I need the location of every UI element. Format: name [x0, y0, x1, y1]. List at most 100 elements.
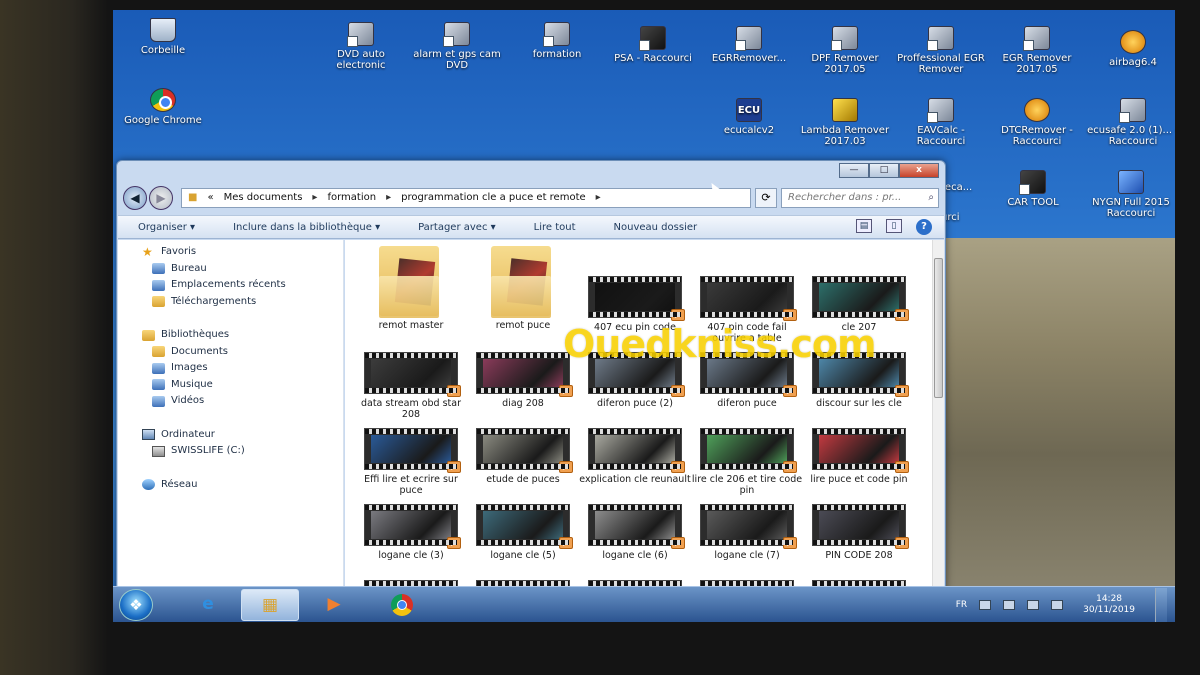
address-bar[interactable]: ■ « Mes documents ▸ formation ▸ programm… [181, 188, 751, 208]
new-folder-button[interactable]: Nouveau dossier [594, 222, 716, 233]
maximize-button[interactable]: □ [869, 163, 899, 178]
video-item[interactable]: ▶ diferon puce [691, 352, 803, 409]
play-icon: ▶ [447, 461, 461, 473]
video-thumbnail: ▶ [700, 504, 797, 549]
taskbar-explorer[interactable]: ▦ [241, 589, 299, 621]
scrollbar-thumb[interactable] [934, 258, 943, 398]
desktop-icon-9[interactable]: EGR Remover 2017.05 [989, 26, 1085, 75]
nav-favorites[interactable]: ★ Favoris [118, 244, 343, 261]
desktop-icon-0[interactable]: Corbeille [115, 18, 211, 56]
desktop-icon-12[interactable]: Lambda Remover 2017.03 [797, 98, 893, 147]
nav-images[interactable]: Images [118, 360, 343, 377]
start-button[interactable]: ❖ [119, 589, 153, 621]
include-in-library-button[interactable]: Inclure dans la bibliothèque ▾ [213, 222, 398, 233]
taskbar-chrome[interactable] [373, 589, 431, 621]
chrome-icon [391, 594, 413, 616]
taskbar-internet-explorer[interactable]: e [179, 589, 237, 621]
video-item[interactable]: ▶ diferon puce (2) [579, 352, 691, 409]
desktop-screen: Corbeille Google Chrome DVD auto electroni… [113, 10, 1175, 622]
volume-icon[interactable] [1051, 600, 1064, 610]
language-indicator[interactable]: FR [956, 600, 967, 610]
folder-item[interactable]: remot puce [467, 246, 579, 331]
desktop-icon-label: DVD auto electronic [336, 49, 386, 71]
video-item[interactable]: ▶ explication cle reunault [579, 428, 691, 485]
video-item[interactable]: ▶ 407 ecu pin code [579, 276, 691, 333]
nav-libraries[interactable]: Bibliothèques [118, 327, 343, 344]
video-item[interactable]: ▶ data stream obd star 208 [355, 352, 467, 420]
desktop-icon-3[interactable]: alarm et gps cam DVD [409, 22, 505, 71]
desktop-icon-10[interactable]: airbag6.4 [1085, 30, 1175, 68]
play-all-button[interactable]: Lire tout [514, 222, 594, 233]
video-item[interactable]: ▶ lire cle 206 et tire code pin [691, 428, 803, 496]
video-item[interactable]: ▶ logane cle (7) [691, 504, 803, 561]
refresh-button[interactable]: ⟳ [755, 188, 777, 208]
taskbar-media-player[interactable]: ▶ [305, 589, 363, 621]
address-chevron[interactable]: « [207, 189, 213, 207]
nav-downloads[interactable]: Téléchargements [118, 294, 343, 311]
video-item[interactable]: ▶ 407 pin code fail ouvrire a table [691, 276, 803, 344]
video-item[interactable]: ▶ Effi lire et ecrire sur puce [355, 428, 467, 496]
video-item[interactable]: ▶ logane cle (3) [355, 504, 467, 561]
video-item[interactable]: ▶ cle 207 [803, 276, 915, 333]
preview-pane-icon[interactable]: ▯ [886, 219, 902, 233]
video-item[interactable]: ▶ logane cle (6) [579, 504, 691, 561]
minimize-button[interactable]: — [839, 163, 869, 178]
view-options-icon[interactable]: ▤ [856, 219, 872, 233]
nav-music[interactable]: Musique [118, 377, 343, 394]
video-item[interactable]: ▶ logane cle (5) [467, 504, 579, 561]
desktop-icon-5[interactable]: PSA - Raccourci [605, 26, 701, 64]
desktop-icon-31[interactable]: urci [941, 212, 981, 223]
video-thumbnail: ▶ [364, 504, 461, 549]
back-button[interactable]: ◀ [123, 186, 147, 210]
desktop-icon-13[interactable]: EAVCalc - Raccourci [893, 98, 989, 147]
desktop-icon-6[interactable]: EGRRemover... [701, 26, 797, 64]
device-icon[interactable] [1003, 600, 1016, 610]
desktop-icon-16[interactable]: CAR TOOL [985, 170, 1081, 208]
video-item[interactable]: ▶ PIN CODE 208 [803, 504, 915, 561]
forward-button[interactable]: ▶ [149, 186, 173, 210]
nav-label: Téléchargements [171, 295, 257, 307]
nav-documents[interactable]: Documents [118, 344, 343, 361]
desktop-icon-14[interactable]: DTCRemover - Raccourci [989, 98, 1085, 147]
clock[interactable]: 14:28 30/11/2019 [1075, 594, 1143, 616]
desktop-icon-11[interactable]: ECU ecucalcv2 [701, 98, 797, 136]
flag-icon[interactable] [979, 600, 992, 610]
desktop-icon-1[interactable]: Google Chrome [115, 88, 211, 126]
desktop-icon-15[interactable]: ecusafe 2.0 (1)... - Raccourci [1085, 98, 1175, 147]
breadcrumb-mes-documents[interactable]: Mes documents [224, 189, 303, 207]
nav-recent-places[interactable]: Emplacements récents [118, 277, 343, 294]
help-icon[interactable]: ? [916, 219, 932, 235]
breadcrumb-separator[interactable]: ▸ [386, 189, 391, 207]
video-item[interactable]: ▶ discour sur les cle [803, 352, 915, 409]
desktop-icon-4[interactable]: formation [509, 22, 605, 60]
folder-item[interactable]: remot master [355, 246, 467, 331]
show-desktop-button[interactable] [1155, 588, 1167, 622]
nav-computer[interactable]: Ordinateur [118, 427, 343, 444]
video-item[interactable]: ▶ diag 208 [467, 352, 579, 409]
desktop-icon-7[interactable]: DPF Remover 2017.05 [797, 26, 893, 75]
wallpaper-photo [946, 238, 1175, 598]
breadcrumb-separator[interactable]: ▸ [596, 189, 601, 207]
search-input[interactable]: Rechercher dans : pr... ⌕ [781, 188, 939, 208]
network-icon[interactable] [1027, 600, 1040, 610]
video-item[interactable]: ▶ etude de puces [467, 428, 579, 485]
nav-drive-c[interactable]: SWISSLIFE (C:) [118, 443, 343, 460]
vertical-scrollbar[interactable] [932, 240, 944, 592]
breadcrumb-separator[interactable]: ▸ [312, 189, 317, 207]
share-with-button[interactable]: Partager avec ▾ [398, 222, 514, 233]
breadcrumb-formation[interactable]: formation [327, 189, 376, 207]
close-button[interactable]: x [899, 163, 939, 178]
nav-network[interactable]: Réseau [118, 477, 343, 494]
desktop-icon-8[interactable]: Proffessional EGR Remover [893, 26, 989, 75]
nav-videos[interactable]: Vidéos [118, 393, 343, 410]
play-icon: ▶ [895, 385, 909, 397]
nav-label: Réseau [161, 478, 198, 490]
organize-button[interactable]: Organiser ▾ [118, 222, 213, 233]
nav-desktop[interactable]: Bureau [118, 261, 343, 278]
desktop-icon-2[interactable]: DVD auto electronic [313, 22, 409, 71]
desktop-icon-30[interactable]: teca... [941, 182, 981, 193]
breadcrumb-programmation[interactable]: programmation cle a puce et remote [401, 189, 586, 207]
search-icon[interactable]: ⌕ [928, 189, 934, 207]
desktop-icon-17[interactable]: NYGN Full 2015 Raccourci [1083, 170, 1175, 219]
video-item[interactable]: ▶ lire puce et code pin [803, 428, 915, 485]
